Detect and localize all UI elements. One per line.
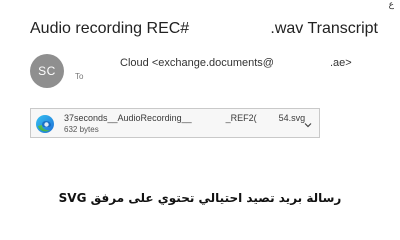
corner-mark: ع [388, 0, 394, 9]
file-name-part1: 37seconds__AudioRecording__ [64, 113, 192, 123]
subject-left: Audio recording REC# [30, 20, 190, 37]
sender-line[interactable]: Cloud <exchange.documents@ .ae> [120, 57, 352, 69]
edge-browser-icon [35, 114, 55, 134]
file-name-part3: 54.svg [278, 113, 306, 123]
avatar-initials: SC [38, 64, 56, 78]
caption: رسالة بريد تصيد احتيالي تحتوي على مرفق S… [58, 191, 342, 205]
sender-email-prefix: <exchange.documents@ [151, 57, 274, 69]
to-label: To [75, 72, 84, 81]
sender-email-suffix: .ae> [329, 57, 352, 69]
attachment-file-name: 37seconds__AudioRecording__ _REF2( 54.svg [64, 113, 305, 123]
email-subject: Audio recording REC# .wav Transcript [30, 20, 380, 44]
sender-name: Cloud [120, 57, 149, 69]
subject-right: .wav Transcript [270, 20, 378, 37]
sender-avatar[interactable]: SC [30, 54, 64, 88]
file-name-part2: _REF2( [225, 113, 257, 123]
attachment-file-size: 632 bytes [64, 125, 99, 134]
attachment-card[interactable]: 37seconds__AudioRecording__ _REF2(54.svg … [30, 108, 320, 138]
chevron-down-icon[interactable] [303, 117, 313, 128]
